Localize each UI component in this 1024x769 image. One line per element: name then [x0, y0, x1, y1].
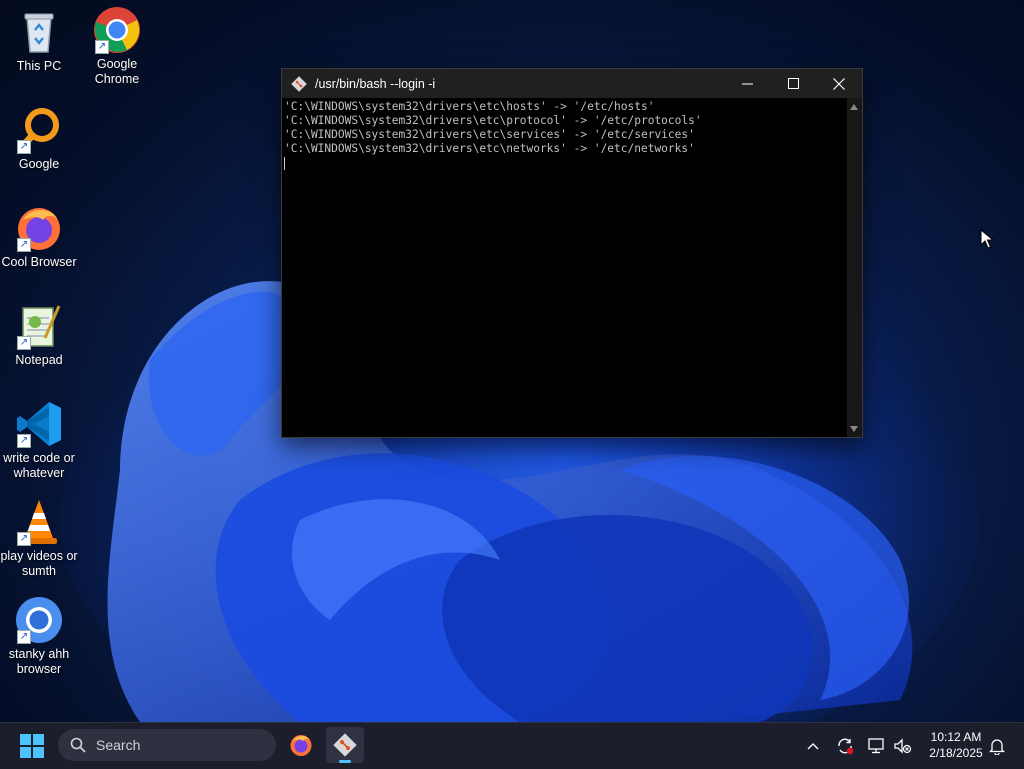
network-icon	[868, 738, 884, 754]
scroll-down-icon[interactable]	[850, 426, 858, 432]
text-cursor	[284, 156, 285, 170]
maximize-button[interactable]	[770, 69, 816, 98]
chrome-icon: ↗	[93, 6, 141, 54]
shortcut-arrow-icon: ↗	[95, 40, 109, 54]
clock-time: 10:12 AM	[930, 730, 982, 744]
shortcut-arrow-icon: ↗	[17, 140, 31, 154]
minimize-button[interactable]	[724, 69, 770, 98]
shortcut-arrow-icon: ↗	[17, 336, 31, 350]
shortcut-arrow-icon: ↗	[17, 434, 31, 448]
shortcut-arrow-icon: ↗	[17, 238, 31, 252]
shortcut-arrow-icon: ↗	[17, 630, 31, 644]
tray-network[interactable]	[866, 723, 888, 769]
notepad-icon: ↗	[15, 302, 63, 350]
terminal-window[interactable]: /usr/bin/bash --login -i 'C:\WINDOWS\sys…	[281, 68, 863, 438]
desktop-icon-label: stanky ahh browser	[8, 647, 70, 676]
search-icon	[70, 737, 86, 753]
desktop-icon-label: Cool Browser	[1, 255, 77, 269]
start-button[interactable]	[20, 734, 44, 758]
terminal-line: 'C:\WINDOWS\system32\drivers\etc\protoco…	[284, 114, 702, 127]
git-bash-icon	[291, 75, 307, 92]
desktop-icon-label: Google	[18, 157, 60, 171]
vscode-icon: ↗	[15, 400, 63, 448]
window-title: /usr/bin/bash --login -i	[315, 76, 436, 91]
scroll-up-icon[interactable]	[850, 104, 858, 110]
desktop-icon-this-pc[interactable]: This PC	[0, 8, 78, 74]
desktop-icon-label: play videos or sumth	[0, 549, 78, 578]
desktop-icon-google[interactable]: ↗ Google	[0, 106, 78, 172]
firefox-icon	[290, 735, 312, 756]
terminal-line: 'C:\WINDOWS\system32\drivers\etc\network…	[284, 142, 695, 155]
sync-icon	[838, 738, 854, 755]
clock-date: 2/18/2025	[929, 746, 983, 760]
terminal-line: 'C:\WINDOWS\system32\drivers\etc\service…	[284, 128, 695, 141]
window-titlebar[interactable]: /usr/bin/bash --login -i	[282, 69, 862, 98]
chromium-icon: ↗	[15, 596, 63, 644]
chevron-up-icon	[807, 743, 819, 750]
magnifier-icon: ↗	[15, 106, 63, 154]
desktop-icon-google-chrome[interactable]: ↗ Google Chrome	[78, 6, 156, 87]
desktop-icon-stanky-browser[interactable]: ↗ stanky ahh browser	[0, 596, 78, 677]
taskbar-clock[interactable]: 10:12 AM 2/18/2025	[918, 729, 994, 761]
desktop-icon-label: Notepad	[15, 353, 63, 367]
terminal-line: 'C:\WINDOWS\system32\drivers\etc\hosts' …	[284, 100, 655, 113]
notifications-button[interactable]	[986, 723, 1008, 769]
desktop-icon-cool-browser[interactable]: ↗ Cool Browser	[0, 204, 78, 270]
mouse-pointer-icon	[980, 229, 994, 249]
active-app-indicator	[339, 760, 351, 763]
taskbar: Search 10:12 AM 2/18/2025	[0, 722, 1024, 769]
maximize-icon	[787, 78, 799, 89]
desktop-icon-label: This PC	[16, 59, 62, 73]
desktop-icon-label: write code or whatever	[3, 451, 75, 480]
shortcut-arrow-icon: ↗	[17, 532, 31, 546]
vertical-scrollbar[interactable]	[847, 98, 862, 437]
vlc-icon: ↗	[15, 498, 63, 546]
desktop-icon-write-code[interactable]: ↗ write code or whatever	[0, 400, 78, 481]
taskbar-firefox[interactable]	[282, 727, 320, 763]
taskbar-search-box[interactable]: Search	[58, 729, 276, 761]
search-placeholder: Search	[96, 737, 141, 753]
minimize-icon	[741, 83, 753, 85]
close-button[interactable]	[816, 69, 862, 98]
terminal-output[interactable]: 'C:\WINDOWS\system32\drivers\etc\hosts' …	[282, 98, 847, 437]
desktop-icon-label: Google Chrome	[94, 57, 140, 86]
close-icon	[833, 77, 845, 90]
taskbar-git-bash[interactable]	[326, 727, 364, 763]
git-bash-icon	[333, 733, 357, 757]
tray-sync[interactable]	[834, 723, 856, 769]
firefox-icon: ↗	[15, 204, 63, 252]
tray-volume[interactable]	[892, 723, 914, 769]
desktop-icon-notepad[interactable]: ↗ Notepad	[0, 302, 78, 368]
recycle-bin-icon	[15, 8, 63, 56]
notification-bell-icon	[989, 738, 1005, 755]
volume-muted-icon	[894, 738, 912, 754]
desktop-icon-play-videos[interactable]: ↗ play videos or sumth	[0, 498, 78, 579]
show-hidden-icons-button[interactable]	[802, 723, 824, 769]
